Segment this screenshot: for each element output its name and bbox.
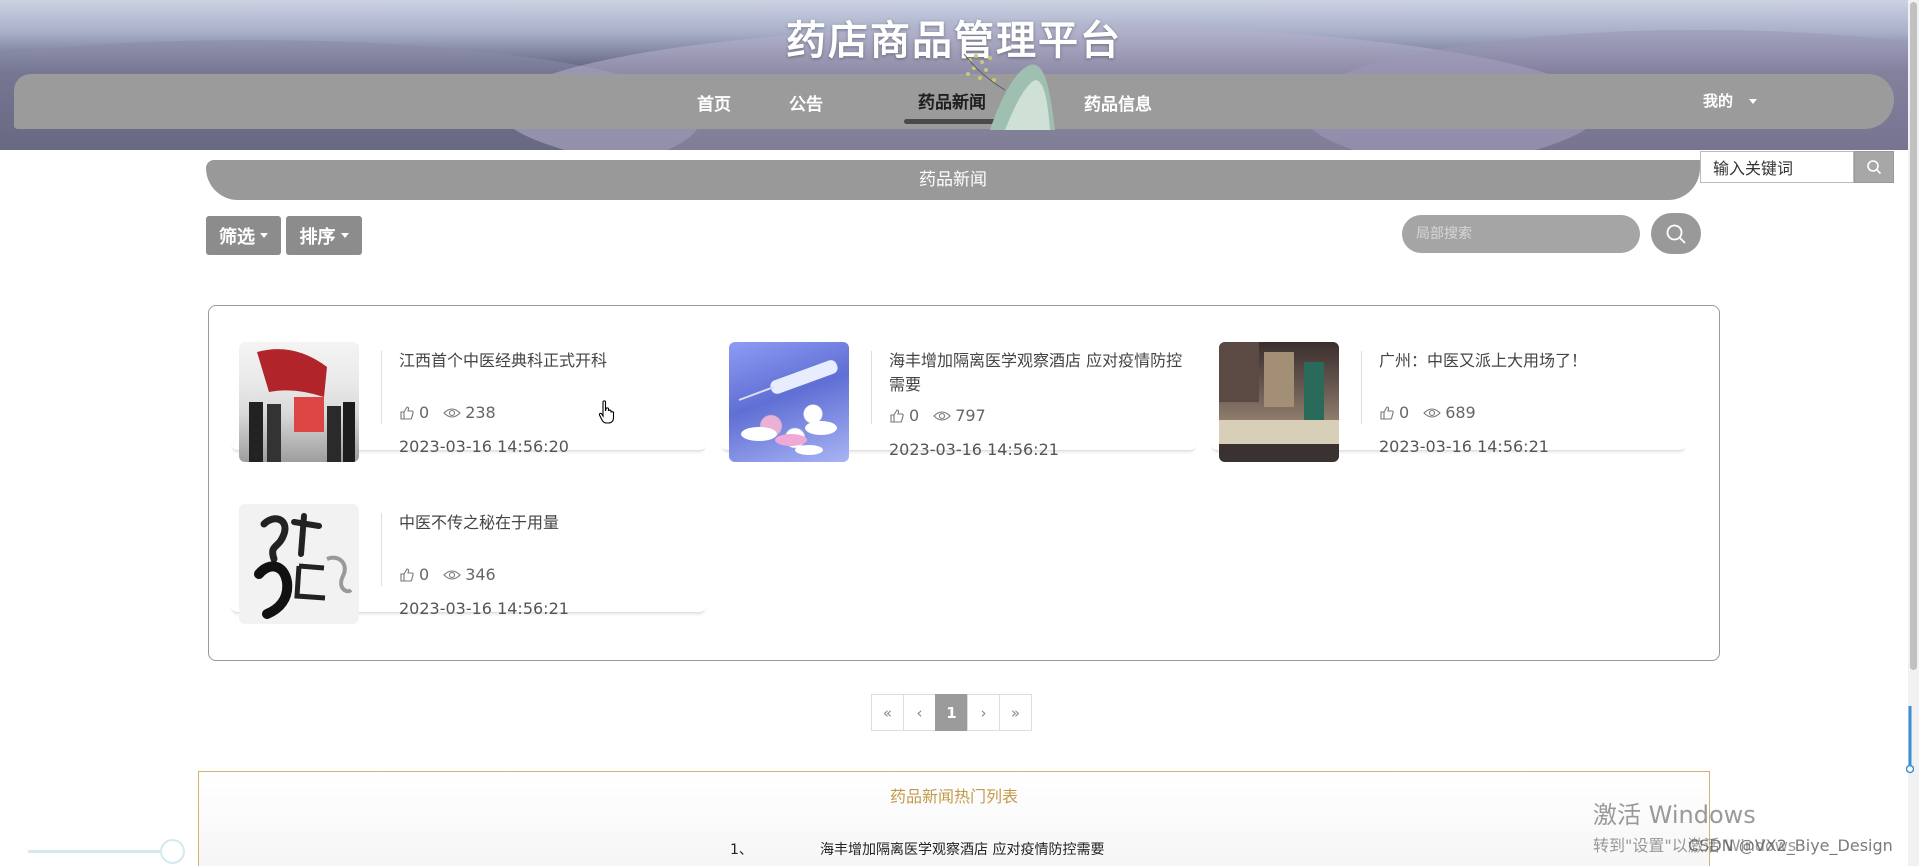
decorative-mountain-icon [963, 53, 1055, 130]
news-title[interactable]: 广州：中医又派上大用场了！ [1379, 349, 1679, 373]
view-count: 238 [465, 403, 496, 422]
view-count: 797 [955, 406, 986, 425]
pagination-prev[interactable]: ‹ [903, 694, 936, 731]
news-date: 2023-03-16 14:56:21 [1379, 437, 1549, 456]
news-stats: 0 689 [1379, 403, 1476, 422]
news-title[interactable]: 海丰增加隔离医学观察酒店 应对疫情防控需要 [889, 349, 1189, 397]
filter-label: 筛选 [219, 226, 255, 248]
news-list-panel: 江西首个中医经典科正式开科 0 238 2023-03-16 14:56:20 … [208, 305, 1720, 661]
sort-label: 排序 [299, 226, 336, 248]
progress-slider-knob[interactable] [160, 839, 185, 864]
thumbs-up-icon [889, 408, 905, 424]
caret-down-icon [1749, 99, 1758, 104]
section-title: 药品新闻 [919, 170, 987, 190]
thumbs-up-icon [399, 405, 415, 421]
caret-down-icon [340, 233, 349, 238]
scrollbar-thumb[interactable] [1910, 2, 1917, 670]
local-search-input[interactable] [1402, 215, 1640, 253]
like-count: 0 [419, 403, 430, 422]
pagination-last[interactable]: » [999, 694, 1032, 731]
like-count: 0 [419, 565, 430, 584]
thumbs-up-icon [399, 567, 415, 583]
news-card[interactable]: 江西首个中医经典科正式开科 0 238 2023-03-16 14:56:20 [231, 311, 706, 462]
news-title[interactable]: 江西首个中医经典科正式开科 [399, 349, 699, 373]
card-divider [381, 351, 382, 424]
news-card[interactable]: 广州：中医又派上大用场了！ 0 689 2023-03-16 14:56:21 [1211, 311, 1686, 462]
pagination-first[interactable]: « [871, 694, 904, 731]
news-card[interactable]: 海丰增加隔离医学观察酒店 应对疫情防控需要 0 797 2023-03-16 1… [721, 311, 1196, 462]
eye-icon [1423, 406, 1441, 420]
news-stats: 0 238 [399, 403, 496, 422]
hot-list-title: 药品新闻热门列表 [889, 787, 1018, 806]
local-search-button[interactable] [1651, 213, 1701, 254]
site-header: 药店商品管理平台 首页 公告 药品新闻 药品信息 我的 [0, 0, 1908, 150]
filter-dropdown-button[interactable]: 筛选 [206, 216, 281, 255]
pagination: « ‹ 1 › » [871, 694, 1032, 731]
volume-slider-icon[interactable] [1906, 706, 1914, 774]
eye-icon [933, 409, 951, 423]
watermark-line1: 激活 Windows [1593, 801, 1756, 829]
pagination-page-current[interactable]: 1 [935, 694, 968, 731]
hand-cursor-icon [598, 400, 615, 424]
news-thumbnail [239, 504, 359, 624]
card-divider [871, 351, 872, 424]
csdn-watermark: CSDN @VX2_Biye_Design [1688, 836, 1893, 855]
hot-list-item[interactable]: 海丰增加隔离医学观察酒店 应对疫情防控需要 [820, 839, 1104, 859]
news-stats: 0 346 [399, 565, 496, 584]
card-divider [381, 513, 382, 586]
news-date: 2023-03-16 14:56:21 [889, 440, 1059, 459]
like-count: 0 [909, 406, 920, 425]
news-stats: 0 797 [889, 406, 986, 425]
like-count: 0 [1399, 403, 1410, 422]
view-count: 689 [1445, 403, 1476, 422]
caret-down-icon [260, 233, 268, 238]
news-thumbnail [239, 342, 359, 462]
nav-item-home[interactable]: 首页 [697, 90, 731, 115]
news-date: 2023-03-16 14:56:20 [399, 437, 569, 456]
news-date: 2023-03-16 14:56:21 [399, 599, 569, 618]
news-card[interactable]: 中医不传之秘在于用量 0 346 2023-03-16 14:56:21 [231, 473, 706, 624]
news-thumbnail [1219, 342, 1339, 462]
nav-item-drug-info[interactable]: 药品信息 [1084, 90, 1152, 115]
progress-slider-track[interactable] [28, 850, 173, 853]
site-title: 药店商品管理平台 [786, 18, 1122, 64]
pagination-next[interactable]: › [967, 694, 1000, 731]
card-divider [1361, 351, 1362, 424]
view-count: 346 [465, 565, 496, 584]
search-icon [1867, 160, 1882, 175]
my-account-label: 我的 [1703, 92, 1734, 110]
hot-list-rank: 1、 [730, 842, 753, 858]
my-account-dropdown[interactable]: 我的 [1703, 90, 1758, 111]
thumbs-up-icon [1379, 405, 1395, 421]
news-title[interactable]: 中医不传之秘在于用量 [399, 511, 699, 535]
eye-icon [443, 406, 461, 420]
section-title-bar: 药品新闻 [206, 160, 1700, 200]
eye-icon [443, 568, 461, 582]
search-icon [1666, 224, 1686, 244]
sort-dropdown-button[interactable]: 排序 [286, 216, 362, 255]
news-thumbnail [729, 342, 849, 462]
keyword-search-button[interactable] [1854, 151, 1894, 183]
nav-item-notice[interactable]: 公告 [789, 90, 823, 115]
keyword-search-input[interactable] [1700, 151, 1854, 183]
hot-news-list: 药品新闻热门列表 1、 海丰增加隔离医学观察酒店 应对疫情防控需要 [198, 771, 1710, 866]
